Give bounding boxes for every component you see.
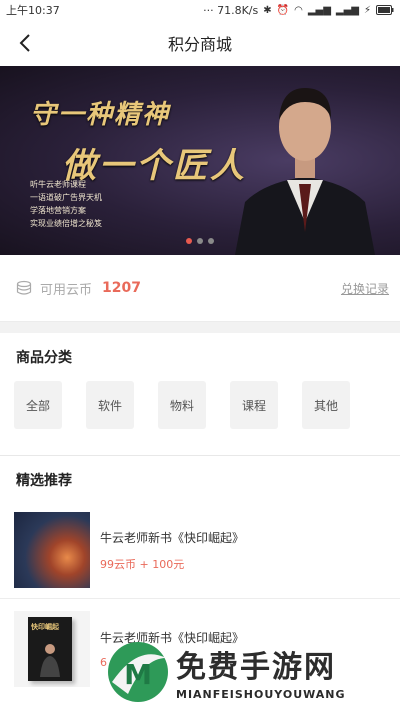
book-cover: 快印崛起 xyxy=(28,616,72,681)
coin-label: 可用云币 xyxy=(40,282,93,298)
book-cover-title: 快印崛起 xyxy=(31,622,59,631)
banner-headline-1: 守一种精神 xyxy=(30,100,171,130)
product-thumbnail: 快印崛起 xyxy=(14,610,90,687)
page-title: 积分商城 xyxy=(167,35,232,54)
coin-value: 1207 xyxy=(102,280,141,296)
category-courses[interactable]: 课程 xyxy=(230,381,278,429)
watermark: M 免费手游网 MIANFEISHOUYOUWANG xyxy=(104,632,400,711)
section-divider xyxy=(0,321,400,333)
status-time: 上午10:37 xyxy=(6,4,60,17)
product-info: 牛云老师新书《快印崛起》 99云币 + 100元 xyxy=(100,529,244,572)
carousel-dots[interactable] xyxy=(186,238,214,244)
banner-line: 听牛云老师课程 xyxy=(30,180,86,189)
promo-banner[interactable]: 守一种精神 做一个匠人 听牛云老师课程 一语道破广告界天机 学落地营销方案 实现… xyxy=(0,66,400,255)
watermark-logo-icon: M xyxy=(108,641,168,702)
exchange-history-link[interactable]: 兑换记录 xyxy=(341,280,389,297)
wifi-icon: ◠ xyxy=(294,4,303,16)
carousel-dot[interactable] xyxy=(197,238,203,244)
category-software[interactable]: 软件 xyxy=(86,381,134,429)
banner-line: 学落地营销方案 xyxy=(30,206,86,215)
signal-2-icon: ▂▄▆ xyxy=(335,4,359,16)
book-cover-figure xyxy=(40,643,60,677)
watermark-text: 免费手游网 MIANFEISHOUYOUWANG xyxy=(176,642,346,701)
banner-lines: 听牛云老师课程 一语道破广告界天机 学落地营销方案 实现业绩倍增之秘笈 xyxy=(30,178,102,230)
nav-bar: 积分商城 xyxy=(0,20,400,66)
watermark-en: MIANFEISHOUYOUWANG xyxy=(176,688,346,701)
status-icons: ··· 71.8K/s ✱ ⏰ ◠ ▂▄▆ ▂▄▆ ⚡ xyxy=(203,4,394,17)
presenter-photo xyxy=(235,88,375,255)
product-price: 99云币 + 100元 xyxy=(100,557,185,571)
coins-icon xyxy=(16,280,32,295)
coin-balance-row: 可用云币 1207 兑换记录 xyxy=(0,255,400,321)
signal-icon: ▂▄▆ xyxy=(307,4,331,16)
back-button[interactable] xyxy=(10,28,40,58)
categories-title: 商品分类 xyxy=(16,350,72,366)
net-speed: ··· 71.8K/s xyxy=(203,3,259,17)
alarm-icon: ⏰ xyxy=(276,4,290,16)
banner-line: 一语道破广告界天机 xyxy=(30,193,102,202)
product-name: 牛云老师新书《快印崛起》 xyxy=(100,530,245,545)
product-thumbnail xyxy=(14,512,90,588)
bluetooth-icon: ✱ xyxy=(263,4,272,16)
charging-icon: ⚡ xyxy=(363,4,371,16)
product-item[interactable]: 牛云老师新书《快印崛起》 99云币 + 100元 xyxy=(0,502,400,598)
coin-balance: 可用云币 1207 xyxy=(16,279,141,298)
status-bar: 上午10:37 ··· 71.8K/s ✱ ⏰ ◠ ▂▄▆ ▂▄▆ ⚡ xyxy=(0,0,400,20)
chevron-left-icon xyxy=(19,34,30,52)
watermark-cn: 免费手游网 xyxy=(176,650,336,685)
carousel-dot-active[interactable] xyxy=(186,238,192,244)
category-list: 全部 软件 物料 课程 其他 xyxy=(0,367,400,455)
category-other[interactable]: 其他 xyxy=(302,381,350,429)
carousel-dot[interactable] xyxy=(208,238,214,244)
watermark-logo-letter: M xyxy=(124,658,152,691)
banner-line: 实现业绩倍增之秘笈 xyxy=(30,219,102,228)
category-materials[interactable]: 物料 xyxy=(158,381,206,429)
category-all[interactable]: 全部 xyxy=(14,381,62,429)
featured-title: 精选推荐 xyxy=(16,473,72,489)
battery-icon xyxy=(376,5,394,15)
